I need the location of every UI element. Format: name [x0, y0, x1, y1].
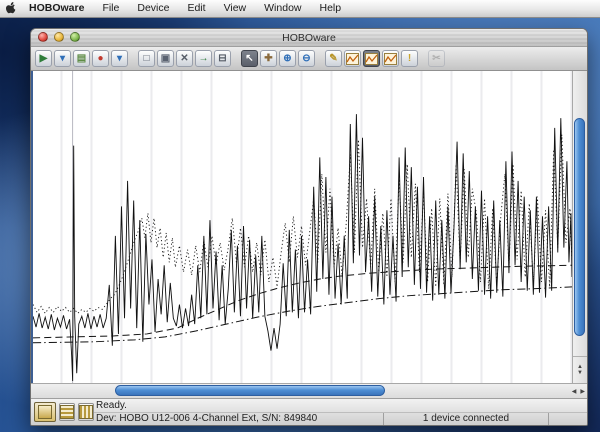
export-data-icon[interactable]: →	[195, 50, 212, 67]
save-datafile-glyph: ▣	[160, 52, 171, 64]
menu-file[interactable]: File	[93, 0, 128, 17]
device-actions-glyph: ▾	[116, 52, 123, 64]
status-text-area: Ready. Dev: HOBO U12-006 4-Channel Ext, …	[94, 399, 587, 425]
status-connection-text: 1 device connected	[422, 413, 510, 425]
vertical-scrollbar[interactable]: ▲ ▼	[572, 71, 587, 383]
mini-chart-glyph	[365, 52, 378, 65]
close-window-button[interactable]	[38, 32, 48, 42]
status-device-text: Dev: HOBO U12-006 4-Channel Ext, S/N: 84…	[96, 413, 318, 425]
toolbar: ▶ ▾ ▤ ● ▾ □ ▣ ✕ → ⊟ ↖ ✚ ⊕ ⊖ ✎! ✂	[31, 47, 587, 71]
horizontal-scrollbar-thumb[interactable]	[115, 385, 385, 396]
print-plot-glyph: ⊟	[218, 52, 227, 64]
plot-area[interactable]	[31, 71, 572, 383]
desktop: HOBOware File Device Edit View Window Help HOB…	[0, 0, 600, 432]
device-status-glyph: ▤	[76, 52, 87, 64]
details-view-button[interactable]	[78, 403, 94, 421]
launch-device-glyph: ▶	[39, 52, 48, 64]
table-view-icon	[60, 405, 74, 419]
zoom-out-tool-glyph: ⊖	[302, 52, 311, 64]
view-switcher	[31, 399, 94, 425]
open-datafile-glyph: □	[143, 52, 150, 64]
status-row-ready: Ready.	[94, 399, 587, 413]
zoom-in-tool-icon[interactable]: ⊕	[279, 50, 296, 67]
menu-hoboware[interactable]: HOBOware	[20, 0, 93, 17]
close-datafile-glyph: ✕	[180, 52, 189, 64]
crosshair-tool-glyph: ✚	[264, 52, 273, 64]
crosshair-tool-icon[interactable]: ✚	[260, 50, 277, 67]
mini-chart-glyph	[384, 52, 397, 65]
readout-device-icon[interactable]: ▾	[54, 50, 71, 67]
mini-chart-glyph	[346, 52, 359, 65]
stop-device-glyph: ●	[97, 52, 104, 64]
zoom-out-tool-icon[interactable]: ⊖	[298, 50, 315, 67]
zoom-window-button[interactable]	[70, 32, 80, 42]
scroll-right-icon[interactable]: ▶	[580, 388, 585, 395]
horizontal-scrollbar[interactable]: ◀ ▶	[31, 383, 587, 398]
menu-items: HOBOware File Device Edit View Window Help	[20, 0, 350, 17]
menu-edit[interactable]: Edit	[178, 0, 214, 17]
minimize-window-button[interactable]	[54, 32, 64, 42]
disabled-tool-icon: ✂	[428, 50, 445, 67]
arrow-tool-icon[interactable]: ↖	[241, 50, 258, 67]
open-datafile-icon[interactable]: □	[138, 50, 155, 67]
plot-view-icon[interactable]	[363, 50, 380, 67]
status-bar: Ready. Dev: HOBO U12-006 4-Channel Ext, …	[31, 398, 587, 425]
status-row-device: Dev: HOBO U12-006 4-Channel Ext, S/N: 84…	[94, 412, 587, 425]
status-divider-2	[548, 412, 549, 425]
disabled-tool-glyph: ✂	[432, 52, 441, 64]
annotate-note-glyph: ✎	[329, 52, 338, 64]
close-datafile-icon[interactable]: ✕	[176, 50, 193, 67]
menu-help[interactable]: Help	[311, 0, 351, 17]
status-lamp-glyph: !	[407, 52, 412, 64]
print-plot-icon[interactable]: ⊟	[214, 50, 231, 67]
plot-canvas[interactable]	[33, 71, 572, 383]
menu-view[interactable]: View	[215, 0, 256, 17]
menu-window[interactable]: Window	[255, 0, 310, 17]
edit-plot-icon[interactable]	[344, 50, 361, 67]
content-area: ▲ ▼	[31, 71, 587, 383]
annotate-note-icon[interactable]: ✎	[325, 50, 342, 67]
horizontal-scrollbar-buttons: ◀ ▶	[572, 384, 585, 398]
menu-bar: HOBOware File Device Edit View Window Help	[0, 0, 600, 18]
plot-view-button[interactable]	[34, 402, 56, 422]
status-divider	[383, 412, 384, 425]
table-view-button[interactable]	[59, 403, 75, 421]
device-status-icon[interactable]: ▤	[73, 50, 90, 67]
plot-view-icon	[38, 405, 52, 419]
status-lamp-icon[interactable]: !	[401, 50, 418, 67]
window-titlebar[interactable]: HOBOware	[31, 29, 587, 47]
export-data-glyph: →	[198, 52, 209, 64]
apple-logo-glyph	[5, 1, 15, 13]
device-actions-icon[interactable]: ▾	[111, 50, 128, 67]
status-ready-text: Ready.	[96, 399, 127, 411]
vertical-scrollbar-buttons: ▲ ▼	[573, 356, 587, 383]
zoom-in-tool-glyph: ⊕	[283, 52, 292, 64]
stop-device-icon[interactable]: ●	[92, 50, 109, 67]
horizontal-scrollbar-track[interactable]	[31, 384, 559, 398]
details-view-icon	[79, 405, 93, 419]
plot-setup-icon[interactable]	[382, 50, 399, 67]
menu-device[interactable]: Device	[128, 0, 178, 17]
scroll-left-icon[interactable]: ◀	[572, 388, 577, 395]
readout-device-glyph: ▾	[59, 52, 66, 64]
save-datafile-icon[interactable]: ▣	[157, 50, 174, 67]
window-title: HOBOware	[282, 31, 336, 44]
scroll-down-icon[interactable]: ▼	[577, 370, 583, 376]
apple-menu-icon[interactable]	[0, 1, 20, 17]
hoboware-window: HOBOware ▶ ▾ ▤ ● ▾ □ ▣ ✕ → ⊟ ↖ ✚ ⊕ ⊖ ✎! ✂ ▲ ▼ ◀ ▶	[30, 28, 588, 426]
vertical-scrollbar-thumb[interactable]	[574, 117, 585, 337]
arrow-tool-glyph: ↖	[245, 52, 254, 64]
window-controls	[38, 32, 80, 42]
launch-device-icon[interactable]: ▶	[35, 50, 52, 67]
